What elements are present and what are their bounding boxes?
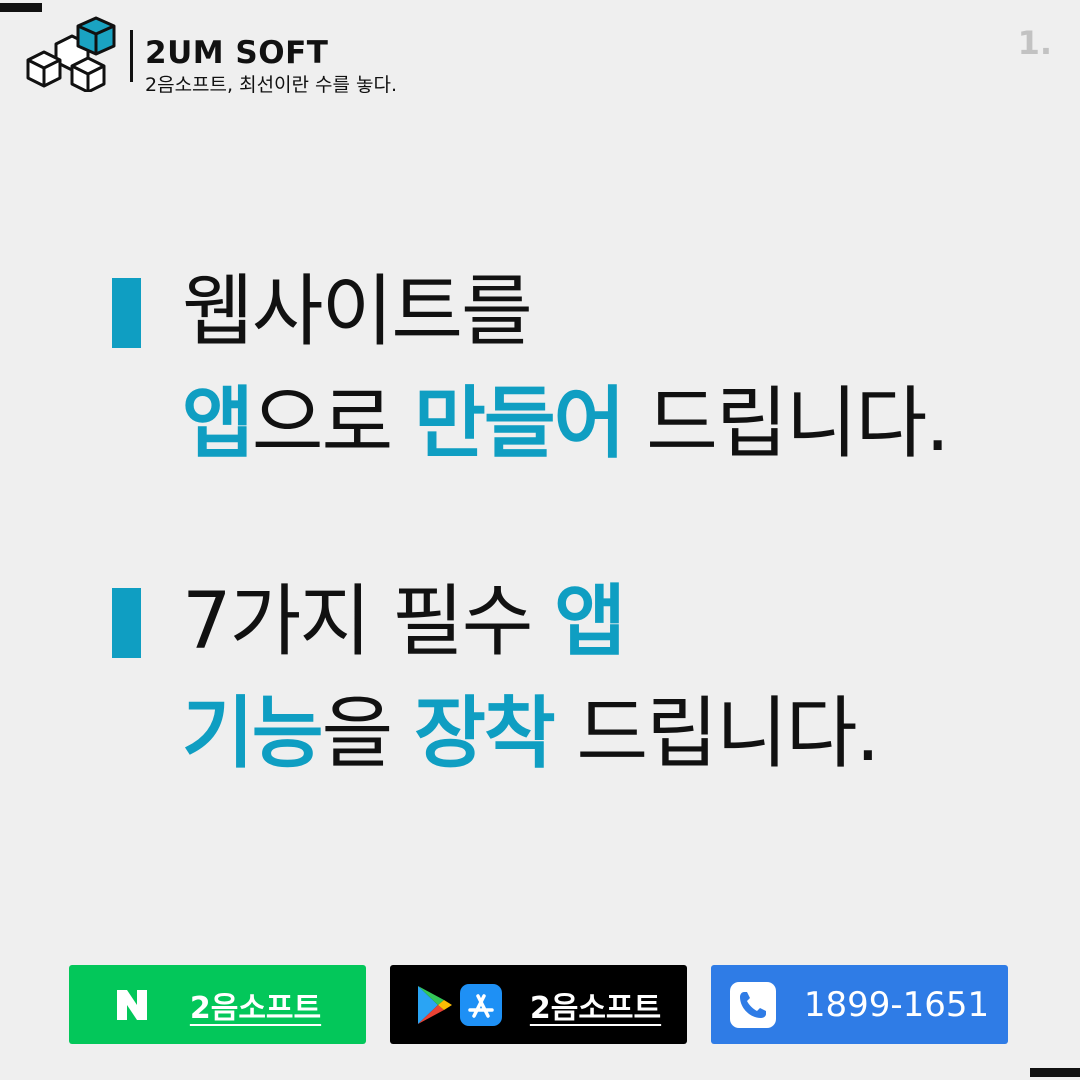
headline-text: 드립니다. <box>623 379 950 469</box>
headline-highlight: 앱 <box>182 379 254 469</box>
headline-text: 를 <box>461 267 533 357</box>
headline-line: 앱으로 만들어 드립니다. <box>182 374 950 474</box>
headline-highlight: 장착 <box>414 689 556 779</box>
headline-line: 웹사이트를 <box>182 262 948 362</box>
store-button-label: 2음소프트 <box>529 990 662 1026</box>
google-play-icon <box>417 985 452 1024</box>
headline-marker <box>112 588 141 658</box>
headline-text: 으로 <box>251 379 415 469</box>
headline-text: 7가지 필수 <box>182 577 555 667</box>
brand-header: 2UM SOFT 2음소프트, 최선이란 수를 놓다. <box>26 16 397 96</box>
page-number: 1. <box>1017 24 1052 62</box>
headline-highlight: 기능 <box>182 689 324 779</box>
brand-tagline: 2음소프트, 최선이란 수를 놓다. <box>145 74 398 96</box>
brand-divider <box>130 30 133 82</box>
phone-call-button[interactable]: 1899-1651 <box>711 965 1008 1044</box>
brand-text: 2UM SOFT 2음소프트, 최선이란 수를 놓다. <box>145 16 397 96</box>
headline-highlight: 앱 <box>554 577 626 667</box>
headline-text: 을 <box>321 689 415 779</box>
corner-mark-bottom-right <box>1030 1068 1080 1077</box>
brand-name: 2UM SOFT <box>145 35 329 71</box>
headline-line: 7가지 필수 앱 <box>182 572 878 672</box>
headline-text: 웹사이트 <box>182 267 463 357</box>
app-store-icon <box>459 983 502 1026</box>
headline-highlight: 만들어 <box>414 379 625 469</box>
phone-number: 1899-1651 <box>803 984 990 1025</box>
app-store-button[interactable]: 2음소프트 <box>390 965 687 1044</box>
store-icons <box>416 983 502 1026</box>
naver-button-label: 2음소프트 <box>189 990 322 1026</box>
headline-marker <box>112 278 141 348</box>
phone-icon <box>729 981 776 1028</box>
headline-text: 드립니다. <box>553 689 880 779</box>
corner-mark-top-left <box>0 3 42 12</box>
cube-logo-icon <box>26 16 116 92</box>
headline-line: 기능을 장착 드립니다. <box>182 684 880 784</box>
naver-search-button[interactable]: 2음소프트 <box>69 965 366 1044</box>
naver-n-icon <box>116 989 147 1020</box>
